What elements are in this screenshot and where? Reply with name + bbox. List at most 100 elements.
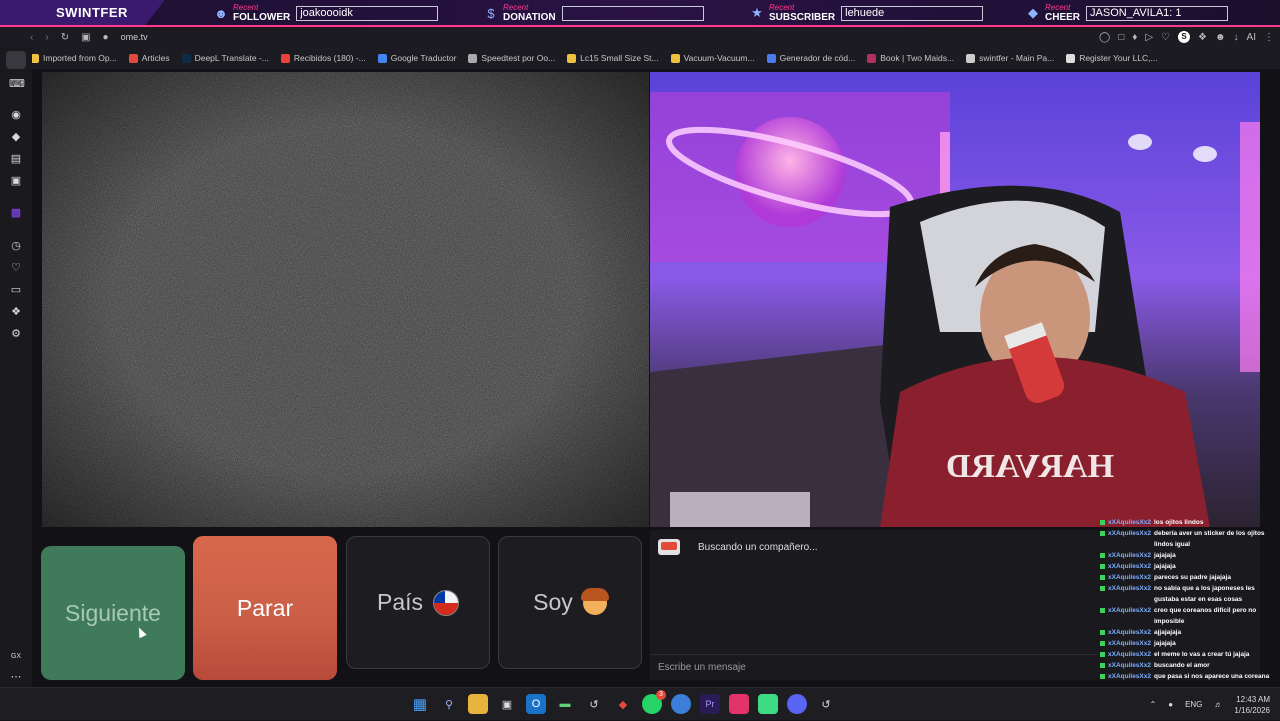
premiere-icon[interactable]: Pr [700, 694, 720, 714]
overlay-donation-value [561, 5, 704, 21]
bookmark-item[interactable]: swintfer - Main Pa... [966, 53, 1054, 63]
address-bar[interactable]: ome.tv [121, 32, 148, 42]
box-icon[interactable]: ▣ [9, 174, 23, 188]
chat-status: Buscando un compañero... [658, 539, 818, 555]
bookmark-label: Lc15 Small Size St... [580, 53, 659, 63]
ometv-logo-icon [658, 539, 680, 555]
bookmark-label: Articles [141, 53, 170, 63]
gear-icon[interactable]: ⚙ [9, 327, 23, 341]
bookmark-icon[interactable]: ◯ [1099, 32, 1110, 43]
stream-chat-message: xXAquilesXx2 debería aver un sticker de l… [1100, 528, 1280, 550]
download-icon[interactable]: ↓ [1234, 32, 1239, 43]
capcut-icon[interactable]: ↺ [584, 694, 604, 714]
overlay-follower: ☻ Recent FOLLOWER joakoooidk [214, 2, 439, 24]
bookmark-item[interactable]: Vacuum-Vacuum... [670, 53, 755, 63]
search-icon[interactable]: ⚲ [439, 694, 459, 714]
stream-chat-user: xXAquilesXx2 [1108, 662, 1151, 669]
clock[interactable]: 12:43 AM 1/16/2026 [1234, 694, 1270, 716]
outlook-icon[interactable]: O [526, 694, 546, 714]
whatsapp-icon[interactable]: 3 [642, 690, 666, 714]
country-button[interactable]: País [346, 536, 490, 669]
diamond-icon[interactable]: ◆ [9, 130, 23, 144]
news-icon[interactable]: ▤ [9, 152, 23, 166]
twitch-icon[interactable]: ▩ [9, 206, 23, 220]
ometv-main: HARVARD Siguiente Parar País Soy Buscand… [32, 69, 1280, 687]
excel-icon[interactable]: ▬ [555, 694, 575, 714]
file-explorer-icon[interactable] [468, 694, 488, 714]
bookmark-favicon-icon [1066, 53, 1076, 63]
chevron-up-icon[interactable]: ⌃ [1150, 700, 1157, 709]
record-icon[interactable]: ◉ [9, 108, 23, 122]
shield-icon[interactable]: ♦ [1132, 32, 1137, 43]
windows-start-icon[interactable]: ▦ [410, 694, 430, 714]
gamepad-icon[interactable]: ⌨ [9, 77, 25, 91]
bookmark-item[interactable]: DeepL Translate -... [181, 53, 269, 63]
stream-chat-text: ajjajajaja [1154, 629, 1182, 636]
overlay-follower-label: FOLLOWER [233, 12, 291, 23]
gender-button[interactable]: Soy [498, 536, 642, 669]
stream-chat-user: xXAquilesXx2 [1108, 574, 1151, 581]
stream-chat-text: jajajaja [1154, 640, 1176, 647]
bookmark-label: Recibidos (180) -... [293, 53, 366, 63]
reload-icon[interactable]: ↻ [61, 32, 69, 43]
bookmark-item[interactable]: Recibidos (180) -... [280, 53, 366, 63]
stream-chat-user: xXAquilesXx2 [1108, 585, 1151, 592]
heart-icon[interactable]: ♡ [1161, 32, 1170, 43]
history-icon[interactable]: ◷ [9, 239, 23, 253]
stream-chat-user: xXAquilesXx2 [1108, 563, 1151, 570]
stream-chat-text: que pasa si nos aparece una coreana [1154, 673, 1270, 680]
language-indicator[interactable]: ENG [1185, 700, 1202, 709]
user-icon: ☻ [214, 5, 228, 21]
android-icon[interactable] [758, 694, 778, 714]
next-button[interactable]: Siguiente [41, 546, 185, 680]
notes-icon[interactable]: ▭ [9, 283, 23, 297]
overlay-brand: SWINTFER [0, 0, 165, 25]
opera-gx-icon[interactable]: ◆ [613, 694, 633, 714]
bookmark-favicon-icon [468, 53, 478, 63]
more-icon[interactable]: ⋯ [9, 670, 23, 684]
heart-icon[interactable]: ♡ [9, 261, 23, 275]
stream-chat-user: xXAquilesXx2 [1108, 607, 1151, 614]
taskbar-apps: ▦ ⚲ ▣ O ▬ ↺ ◆ 3 Pr ↺ [410, 690, 836, 716]
ai-button[interactable]: AI [1247, 32, 1256, 43]
bookmark-label: Imported from Op... [43, 53, 117, 63]
chat-badge-icon [1100, 586, 1105, 591]
bookmark-item[interactable]: Articles [128, 53, 170, 63]
bookmark-item[interactable]: Imported from Op... [30, 53, 117, 63]
stream-overlay-bar: SWINTFER ☻ Recent FOLLOWER joakoooidk $ … [0, 0, 1280, 27]
self-webcam-video: HARVARD [650, 72, 1260, 527]
bookmark-item[interactable]: Register Your LLC,... [1066, 53, 1158, 63]
cube-icon[interactable]: ❖ [9, 305, 23, 319]
browser-icon[interactable] [671, 694, 691, 714]
gem-icon: ◆ [1028, 5, 1038, 20]
bookmark-item[interactable]: Lc15 Small Size St... [567, 53, 659, 63]
stop-button[interactable]: Parar [193, 536, 337, 680]
bookmark-item[interactable]: Generador de cód... [766, 53, 855, 63]
bookmark-item[interactable]: Book | Two Maids... [867, 53, 954, 63]
home-button[interactable] [6, 51, 26, 69]
bookmark-label: Speedtest por Oo... [481, 53, 556, 63]
discord-icon[interactable] [787, 694, 807, 714]
stream-chat-user: xXAquilesXx2 [1108, 519, 1151, 526]
capcut-icon[interactable]: ↺ [816, 694, 836, 714]
play-icon[interactable]: ▷ [1145, 32, 1153, 43]
forward-icon[interactable]: › [45, 32, 48, 43]
bookmark-item[interactable]: Google Traductor [377, 53, 456, 63]
store-icon[interactable]: ▣ [497, 694, 517, 714]
chat-message-input[interactable]: Escribe un mensaje [650, 654, 1098, 680]
bookmark-item[interactable]: Speedtest por Oo... [468, 53, 555, 63]
back-icon[interactable]: ‹ [30, 32, 33, 43]
chat-badge-icon [1100, 630, 1105, 635]
volume-icon[interactable]: ♬ [1214, 700, 1222, 709]
microphone-icon[interactable]: ● [1168, 700, 1173, 709]
extension-icon[interactable]: S [1178, 31, 1191, 43]
menu-icon[interactable]: ⋮ [1264, 32, 1274, 43]
screenshot-icon[interactable]: □ [1118, 32, 1124, 43]
camera-icon[interactable]: ▣ [81, 32, 90, 43]
puzzle-icon[interactable]: ❖ [1198, 32, 1207, 43]
photos-icon[interactable] [729, 694, 749, 714]
shirt-text: HARVARD [946, 448, 1114, 485]
bookmarks-bar: Imported from Op... Articles DeepL Transla… [30, 49, 1280, 67]
stream-chat-text: jajajaja [1154, 563, 1176, 570]
profile-icon[interactable]: ☻ [1215, 32, 1226, 43]
